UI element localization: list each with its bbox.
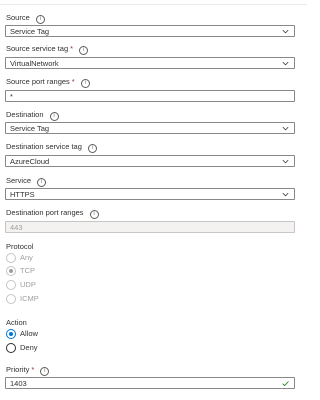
protocol-label: Protocol: [6, 242, 34, 251]
protocol-option-any: Any: [6, 253, 126, 263]
chevron-down-icon: [282, 29, 289, 34]
destination-port-ranges-value: 443: [10, 223, 23, 232]
destination-port-ranges-input: 443: [5, 221, 295, 233]
destination-port-ranges-label: Destination port ranges i: [6, 208, 99, 219]
info-icon[interactable]: i: [79, 46, 89, 55]
radio-button[interactable]: [6, 329, 16, 339]
destination-service-tag-value: AzureCloud: [10, 157, 50, 166]
source-port-ranges-label: Source port ranges * i: [6, 77, 90, 88]
required-marker: *: [70, 44, 74, 53]
source-dropdown[interactable]: Service Tag: [5, 25, 295, 37]
priority-value: 1403: [10, 379, 27, 388]
checkmark-icon: [282, 381, 289, 387]
protocol-option-udp: UDP: [6, 280, 126, 290]
source-service-tag-value: VirtualNetwork: [10, 59, 59, 68]
info-icon[interactable]: i: [49, 112, 59, 121]
source-dropdown-value: Service Tag: [10, 27, 50, 36]
required-marker: *: [71, 77, 75, 86]
radio-label: ICMP: [20, 294, 39, 303]
info-icon[interactable]: i: [35, 15, 45, 24]
source-port-ranges-input[interactable]: *: [5, 90, 295, 102]
source-service-tag-label: Source service tag * i: [6, 44, 89, 55]
priority-label: Priority * i: [6, 365, 50, 376]
destination-service-tag-dropdown[interactable]: AzureCloud: [5, 155, 295, 167]
service-label: Service i: [6, 176, 47, 187]
radio-label[interactable]: Allow: [20, 329, 38, 339]
destination-service-tag-label: Destination service tag i: [6, 142, 97, 153]
protocol-option-tcp: TCP: [6, 266, 126, 276]
destination-dropdown[interactable]: Service Tag: [5, 122, 295, 134]
source-label: Source i: [6, 13, 45, 24]
panel-top-edge: [0, 0, 307, 5]
priority-input[interactable]: 1403: [5, 377, 295, 389]
radio-label: UDP: [20, 280, 36, 289]
protocol-option-icmp: ICMP: [6, 294, 126, 304]
chevron-down-icon: [282, 159, 289, 164]
chevron-down-icon: [282, 192, 289, 197]
destination-label: Destination i: [6, 110, 59, 121]
radio-button: [6, 266, 16, 276]
service-dropdown-value: HTTPS: [10, 190, 35, 199]
radio-button: [6, 280, 16, 290]
info-icon[interactable]: i: [40, 367, 50, 376]
info-icon[interactable]: i: [80, 79, 90, 88]
info-icon[interactable]: i: [37, 178, 47, 187]
radio-button: [6, 253, 16, 263]
radio-label: TCP: [20, 266, 35, 275]
action-label: Action: [6, 318, 27, 327]
chevron-down-icon: [282, 126, 289, 131]
action-option-allow[interactable]: Allow: [6, 329, 126, 339]
action-option-deny[interactable]: Deny: [6, 343, 126, 353]
info-icon[interactable]: i: [87, 144, 97, 153]
radio-button: [6, 294, 16, 304]
radio-button[interactable]: [6, 343, 16, 353]
source-port-ranges-value: *: [10, 92, 13, 101]
radio-label[interactable]: Deny: [20, 343, 38, 353]
required-marker: *: [31, 365, 35, 374]
source-service-tag-dropdown[interactable]: VirtualNetwork: [5, 57, 295, 69]
info-icon[interactable]: i: [89, 210, 99, 219]
radio-label: Any: [20, 253, 33, 262]
service-dropdown[interactable]: HTTPS: [5, 188, 295, 200]
chevron-down-icon: [282, 61, 289, 66]
destination-dropdown-value: Service Tag: [10, 124, 50, 133]
